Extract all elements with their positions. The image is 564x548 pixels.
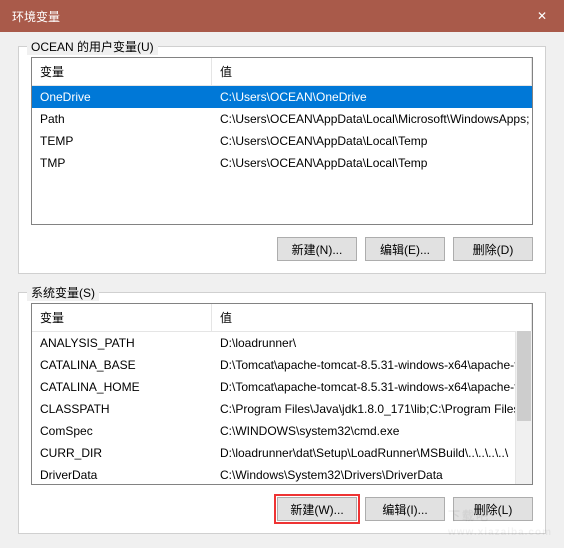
var-value: C:\Program Files\Java\jdk1.8.0_171\lib;C… — [212, 400, 532, 418]
table-row[interactable]: CATALINA_BASED:\Tomcat\apache-tomcat-8.5… — [32, 354, 532, 376]
var-name: ANALYSIS_PATH — [32, 334, 212, 352]
var-name: CURR_DIR — [32, 444, 212, 462]
system-group-label: 系统变量(S) — [27, 284, 99, 301]
var-name: CLASSPATH — [32, 400, 212, 418]
system-variables-list[interactable]: 变量 值 ANALYSIS_PATHD:\loadrunner\CATALINA… — [31, 303, 533, 485]
var-name: TMP — [32, 154, 212, 172]
user-variables-group: OCEAN 的用户变量(U) 变量 值 OneDriveC:\Users\OCE… — [18, 46, 546, 274]
dialog-body: OCEAN 的用户变量(U) 变量 值 OneDriveC:\Users\OCE… — [0, 32, 564, 534]
table-row[interactable]: TEMPC:\Users\OCEAN\AppData\Local\Temp — [32, 130, 532, 152]
table-row[interactable]: CLASSPATHC:\Program Files\Java\jdk1.8.0_… — [32, 398, 532, 420]
system-new-button[interactable]: 新建(W)... — [277, 497, 357, 521]
titlebar: 环境变量 ✕ — [0, 0, 564, 32]
table-row[interactable]: PathC:\Users\OCEAN\AppData\Local\Microso… — [32, 108, 532, 130]
var-value: D:\loadrunner\dat\Setup\LoadRunner\MSBui… — [212, 444, 532, 462]
col-header-name[interactable]: 变量 — [32, 304, 212, 331]
system-edit-button[interactable]: 编辑(I)... — [365, 497, 445, 521]
window-title: 环境变量 — [12, 8, 520, 25]
table-row[interactable]: ComSpecC:\WINDOWS\system32\cmd.exe — [32, 420, 532, 442]
table-row[interactable]: DriverDataC:\Windows\System32\Drivers\Dr… — [32, 464, 532, 485]
table-row[interactable]: ANALYSIS_PATHD:\loadrunner\ — [32, 332, 532, 354]
system-buttons-row: 新建(W)... 编辑(I)... 删除(L) — [31, 497, 533, 521]
col-header-name[interactable]: 变量 — [32, 58, 212, 85]
var-name: TEMP — [32, 132, 212, 150]
scrollbar[interactable] — [515, 331, 532, 484]
system-variables-group: 系统变量(S) 变量 值 ANALYSIS_PATHD:\loadrunner\… — [18, 292, 546, 534]
var-value: D:\loadrunner\ — [212, 334, 532, 352]
var-name: DriverData — [32, 466, 212, 484]
scrollbar-thumb[interactable] — [517, 331, 531, 421]
var-value: C:\WINDOWS\system32\cmd.exe — [212, 422, 532, 440]
var-name: CATALINA_HOME — [32, 378, 212, 396]
var-value: C:\Users\OCEAN\AppData\Local\Temp — [212, 132, 532, 150]
system-delete-button[interactable]: 删除(L) — [453, 497, 533, 521]
var-name: Path — [32, 110, 212, 128]
user-new-button[interactable]: 新建(N)... — [277, 237, 357, 261]
col-header-value[interactable]: 值 — [212, 304, 532, 331]
user-buttons-row: 新建(N)... 编辑(E)... 删除(D) — [31, 237, 533, 261]
var-name: ComSpec — [32, 422, 212, 440]
user-group-label: OCEAN 的用户变量(U) — [27, 38, 158, 55]
user-delete-button[interactable]: 删除(D) — [453, 237, 533, 261]
table-row[interactable]: CATALINA_HOMED:\Tomcat\apache-tomcat-8.5… — [32, 376, 532, 398]
close-button[interactable]: ✕ — [520, 0, 564, 32]
var-value: D:\Tomcat\apache-tomcat-8.5.31-windows-x… — [212, 356, 532, 374]
user-variables-list[interactable]: 变量 值 OneDriveC:\Users\OCEAN\OneDrivePath… — [31, 57, 533, 225]
col-header-value[interactable]: 值 — [212, 58, 532, 85]
close-icon: ✕ — [537, 9, 547, 23]
var-value: C:\Users\OCEAN\AppData\Local\Microsoft\W… — [212, 110, 532, 128]
table-row[interactable]: OneDriveC:\Users\OCEAN\OneDrive — [32, 86, 532, 108]
var-value: C:\Users\OCEAN\AppData\Local\Temp — [212, 154, 532, 172]
var-value: D:\Tomcat\apache-tomcat-8.5.31-windows-x… — [212, 378, 532, 396]
user-edit-button[interactable]: 编辑(E)... — [365, 237, 445, 261]
var-name: OneDrive — [32, 88, 212, 106]
var-value: C:\Users\OCEAN\OneDrive — [212, 88, 532, 106]
var-name: CATALINA_BASE — [32, 356, 212, 374]
system-list-header: 变量 值 — [32, 304, 532, 332]
var-value: C:\Windows\System32\Drivers\DriverData — [212, 466, 532, 484]
table-row[interactable]: CURR_DIRD:\loadrunner\dat\Setup\LoadRunn… — [32, 442, 532, 464]
table-row[interactable]: TMPC:\Users\OCEAN\AppData\Local\Temp — [32, 152, 532, 174]
user-list-header: 变量 值 — [32, 58, 532, 86]
